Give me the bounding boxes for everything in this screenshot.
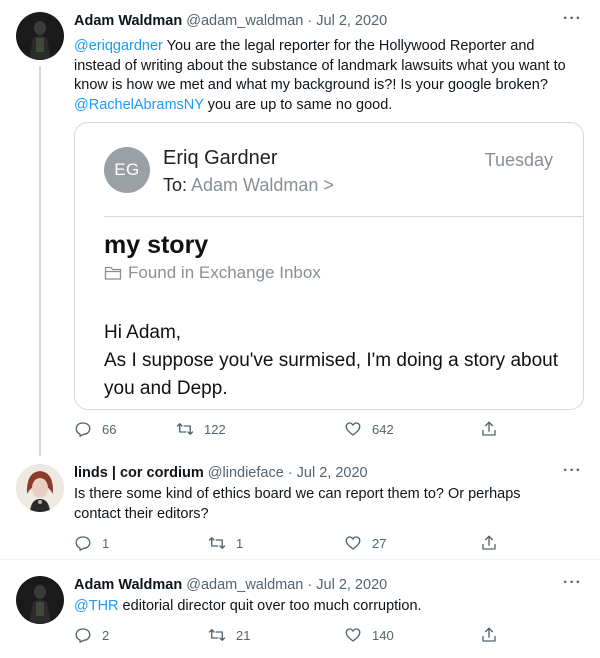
- like-button[interactable]: 140: [344, 626, 394, 644]
- divider: [104, 216, 583, 217]
- like-icon: [345, 628, 361, 642]
- timestamp[interactable]: Jul 2, 2020: [316, 577, 387, 593]
- share-icon: [482, 421, 496, 436]
- tweet-text: @THR editorial director quit over too mu…: [74, 598, 422, 614]
- display-name[interactable]: Adam Waldman: [74, 13, 182, 29]
- share-icon: [482, 535, 496, 550]
- tweet-text: Is there some kind of ethics board we ca…: [74, 486, 521, 522]
- reply-icon: [75, 628, 91, 643]
- email-subject: my story: [104, 231, 209, 259]
- like-count: 642: [372, 421, 394, 437]
- retweet-count: 1: [236, 535, 244, 551]
- handle[interactable]: @adam_waldman: [186, 13, 303, 29]
- avatar-adam-waldman[interactable]: [16, 576, 64, 624]
- reply-button[interactable]: 2: [74, 626, 109, 644]
- like-icon: [345, 422, 361, 436]
- tweet-actions: 1 1 27: [74, 534, 514, 554]
- tweet-header: Adam Waldman @adam_waldman · Jul 2, 2020: [74, 13, 388, 29]
- mention-link[interactable]: @THR: [74, 598, 119, 614]
- retweet-button[interactable]: 1: [208, 534, 243, 552]
- retweet-icon: [208, 629, 226, 641]
- tweet-text: @eriqgardner You are the legal reporter …: [74, 38, 566, 113]
- retweet-count: 21: [236, 627, 251, 643]
- like-count: 27: [372, 535, 387, 551]
- reply-count: 1: [102, 535, 110, 551]
- share-button[interactable]: [480, 626, 498, 644]
- tweet-divider: [0, 559, 600, 560]
- retweet-button[interactable]: 122: [176, 420, 226, 438]
- email-screenshot-card[interactable]: EG Eriq Gardner To: Adam Waldman > Tuesd…: [74, 122, 584, 410]
- timestamp[interactable]: Jul 2, 2020: [316, 13, 387, 29]
- tweet-actions: 2 21 140: [74, 626, 514, 646]
- share-icon: [482, 627, 496, 642]
- mention-link[interactable]: @eriqgardner: [74, 38, 163, 54]
- reply-count: 2: [102, 627, 110, 643]
- folder-icon: [104, 266, 122, 280]
- avatar-adam-waldman[interactable]: [16, 12, 64, 60]
- more-icon[interactable]: ···: [563, 462, 582, 480]
- handle[interactable]: @adam_waldman: [186, 577, 303, 593]
- tweet-1[interactable]: Adam Waldman @adam_waldman · Jul 2, 2020…: [0, 10, 600, 452]
- tweet-header: Adam Waldman @adam_waldman · Jul 2, 2020: [74, 577, 388, 593]
- retweet-count: 122: [204, 421, 226, 437]
- retweet-icon: [176, 423, 194, 435]
- timestamp[interactable]: Jul 2, 2020: [297, 465, 368, 481]
- more-icon[interactable]: ···: [563, 10, 582, 28]
- like-count: 140: [372, 627, 394, 643]
- like-button[interactable]: 642: [344, 420, 394, 438]
- share-button[interactable]: [480, 534, 498, 552]
- reply-icon: [75, 536, 91, 551]
- display-name[interactable]: Adam Waldman: [74, 577, 182, 593]
- email-folder: Found in Exchange Inbox: [104, 263, 321, 283]
- email-date: Tuesday: [484, 150, 553, 170]
- like-button[interactable]: 27: [344, 534, 386, 552]
- tweet-header: linds | cor cordium @lindieface · Jul 2,…: [74, 465, 368, 481]
- email-recipient: To: Adam Waldman >: [163, 175, 334, 195]
- reply-button[interactable]: 1: [74, 534, 109, 552]
- more-icon[interactable]: ···: [563, 574, 582, 592]
- retweet-icon: [208, 537, 226, 549]
- avatar-lindieface[interactable]: [16, 464, 64, 512]
- like-icon: [345, 536, 361, 550]
- reply-icon: [75, 422, 91, 437]
- share-button[interactable]: [480, 420, 498, 438]
- email-body: Hi Adam, As I suppose you've surmised, I…: [104, 322, 558, 399]
- display-name[interactable]: linds | cor cordium: [74, 465, 204, 481]
- tweet-2[interactable]: linds | cor cordium @lindieface · Jul 2,…: [0, 462, 600, 564]
- handle[interactable]: @lindieface: [208, 465, 284, 481]
- retweet-button[interactable]: 21: [208, 626, 250, 644]
- reply-button[interactable]: 66: [74, 420, 116, 438]
- sender-avatar: EG: [104, 147, 150, 193]
- reply-count: 66: [102, 421, 117, 437]
- mention-link[interactable]: @RachelAbramsNY: [74, 97, 204, 113]
- email-sender: Eriq Gardner: [163, 147, 278, 169]
- tweet-3[interactable]: Adam Waldman @adam_waldman · Jul 2, 2020…: [0, 574, 600, 656]
- tweet-actions: 66 122 642: [74, 420, 514, 440]
